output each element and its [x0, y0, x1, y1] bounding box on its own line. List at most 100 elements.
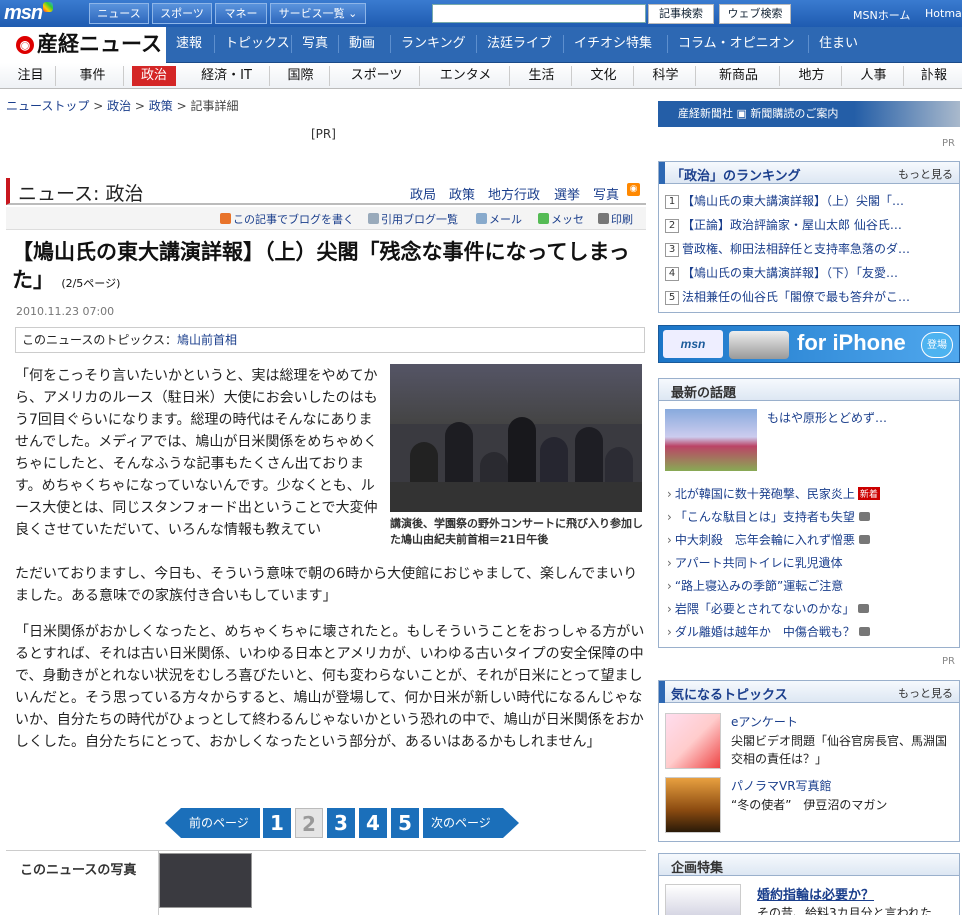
- topic-desc[interactable]: 尖閣ビデオ問題「仙谷官房長官、馬淵国交相の責任は？」: [731, 732, 957, 768]
- latest-news-item[interactable]: › アパート共同トイレに乳児遺体: [667, 554, 843, 571]
- cat-seikatsu[interactable]: 生活: [512, 66, 572, 86]
- ranking-item[interactable]: 3 菅政権、柳田法相辞任と支持率急落のダ…: [665, 240, 953, 257]
- cat-fuho[interactable]: 訃報: [906, 66, 962, 86]
- latest-news-item[interactable]: › 「こんな駄目とは」支持者も失望: [667, 508, 870, 525]
- msn-home-link[interactable]: MSNホーム: [853, 7, 910, 23]
- next-page-button[interactable]: 次のページ: [423, 808, 519, 838]
- page-1-link[interactable]: 1: [263, 808, 291, 838]
- ranking-item-link[interactable]: 菅政権、柳田法相辞任と支持率急落のダ…: [682, 242, 910, 256]
- latest-news-item[interactable]: › 岩隈「必要とされてないのかな」: [667, 600, 870, 617]
- section-link-chihogyosei[interactable]: 地方行政: [488, 184, 540, 203]
- prev-page-button[interactable]: 前のページ: [165, 808, 260, 838]
- pr-label[interactable]: PR: [942, 138, 955, 149]
- ranking-item-link[interactable]: 【鳩山氏の東大講演詳報】（上）尖閣「…: [682, 194, 904, 208]
- msn-iphone-banner[interactable]: msn for iPhone 登場: [658, 325, 960, 363]
- hotmail-link[interactable]: Hotmail: [925, 7, 962, 20]
- topic-title-link[interactable]: パノラマVR写真館: [731, 777, 832, 794]
- cat-shinshohin[interactable]: 新商品: [698, 66, 780, 86]
- news-search-button[interactable]: 記事検索: [648, 4, 714, 24]
- cat-chiho[interactable]: 地方: [782, 66, 842, 86]
- breadcrumb-news-top[interactable]: ニューストップ: [6, 99, 89, 113]
- cat-seiji[interactable]: 政治: [132, 66, 176, 86]
- ranking-item-link[interactable]: 法相兼任の仙谷氏「閣僚で最も答弁がこ…: [682, 290, 910, 304]
- latest-featured-image[interactable]: [665, 409, 757, 471]
- cat-kagaku[interactable]: 科学: [636, 66, 696, 86]
- msn-nav-news[interactable]: ニュース: [89, 3, 149, 24]
- breadcrumb-seiji[interactable]: 政治: [107, 99, 131, 113]
- topic-desc[interactable]: “冬の使者” 伊豆沼のマガン: [731, 796, 957, 813]
- camera-icon: [858, 604, 870, 613]
- special-title: 企画特集: [671, 861, 724, 876]
- nav-ichioshi[interactable]: イチオシ特集: [563, 35, 662, 53]
- sankei-subscribe-banner[interactable]: 産経新聞社 ▣ 新聞購読のご案内: [658, 101, 960, 127]
- topics-link[interactable]: 鳩山前首相: [177, 333, 237, 347]
- nav-topics[interactable]: トピックス: [214, 35, 300, 53]
- section-link-senkyo[interactable]: 選挙: [554, 184, 580, 203]
- nav-sokuho[interactable]: 速報: [166, 35, 212, 53]
- page-3-link[interactable]: 3: [327, 808, 355, 838]
- section-link-seikyoku[interactable]: 政局: [410, 184, 436, 203]
- article-headline: 【鳩山氏の東大講演詳報】（上）尖閣「残念な事件になってしまった」 (2/5ページ…: [12, 238, 642, 298]
- ranking-item[interactable]: 1 【鳩山氏の東大講演詳報】（上）尖閣「…: [665, 192, 953, 209]
- web-search-button[interactable]: ウェブ検索: [719, 4, 791, 24]
- page-5-link[interactable]: 5: [391, 808, 419, 838]
- msn-butterfly-icon: [43, 2, 54, 12]
- section-link-photo[interactable]: 写真: [593, 184, 619, 203]
- article-photo[interactable]: [390, 364, 642, 512]
- latest-news-item[interactable]: › 中大刺殺 忘年会輪に入れず憎悪: [667, 531, 870, 548]
- latest-news-item[interactable]: › ダル離婚は越年か 中傷合戦も？: [667, 623, 870, 640]
- latest-news-item[interactable]: › “路上寝込みの季節”運転ご注意: [667, 577, 843, 594]
- msn-nav-money[interactable]: マネー: [215, 3, 267, 24]
- latest-news-text: ダル離婚は越年か 中傷合戦も？: [674, 625, 855, 639]
- cat-jinji[interactable]: 人事: [844, 66, 904, 86]
- latest-header: 最新の話題: [659, 379, 959, 401]
- page-4-link[interactable]: 4: [359, 808, 387, 838]
- rss-icon[interactable]: ◉: [627, 183, 640, 196]
- trackback-icon: [368, 213, 379, 224]
- nav-column[interactable]: コラム・オピニオン: [667, 35, 805, 53]
- cat-jiken[interactable]: 事件: [62, 66, 124, 86]
- photo-foreground: [390, 482, 642, 512]
- tool-print[interactable]: 印刷: [598, 211, 633, 227]
- ranking-item[interactable]: 5 法相兼任の仙谷氏「閣僚で最も答弁がこ…: [665, 288, 953, 305]
- cat-entame[interactable]: エンタメ: [422, 66, 510, 86]
- cat-sports[interactable]: スポーツ: [334, 66, 420, 86]
- msn-nav-sports[interactable]: スポーツ: [152, 3, 212, 24]
- pr-label[interactable]: [PR]: [311, 127, 336, 141]
- cat-keizai[interactable]: 経済・IT: [184, 66, 270, 86]
- nav-photo[interactable]: 写真: [291, 35, 338, 53]
- nav-ranking[interactable]: ランキング: [390, 35, 476, 53]
- ranking-more-link[interactable]: もっと見る: [898, 166, 953, 182]
- msn-logo[interactable]: msn: [4, 2, 54, 25]
- nav-video[interactable]: 動画: [338, 35, 385, 53]
- latest-featured-link[interactable]: もはや原形とどめず…: [767, 409, 887, 426]
- cat-kokusai[interactable]: 国際: [272, 66, 330, 86]
- nav-sumai[interactable]: 住まい: [808, 35, 868, 53]
- cat-chumoku[interactable]: 注目: [6, 66, 56, 86]
- topic-title-link[interactable]: eアンケート: [731, 713, 798, 730]
- topics-more-link[interactable]: もっと見る: [898, 685, 953, 701]
- ranking-item[interactable]: 2 【正論】政治評論家・屋山太郎 仙谷氏…: [665, 216, 953, 233]
- section-link-seisaku[interactable]: 政策: [449, 184, 475, 203]
- nav-court-live[interactable]: 法廷ライブ: [476, 35, 562, 53]
- tool-trackback[interactable]: 引用ブログ一覧: [368, 211, 458, 227]
- special-thumbnail[interactable]: [665, 884, 741, 915]
- breadcrumb-seisaku[interactable]: 政策: [149, 99, 173, 113]
- sankei-logo[interactable]: ◉ 産経ニュース: [0, 27, 166, 63]
- msn-nav-services[interactable]: サービス一覧 ⌄: [270, 3, 366, 24]
- ranking-item-link[interactable]: 【鳩山氏の東大講演詳報】（下）「友愛…: [682, 266, 898, 280]
- photo-thumbnail[interactable]: [159, 853, 252, 908]
- iphone-banner-badge: 登場: [921, 332, 953, 358]
- pr-label[interactable]: PR: [942, 656, 955, 667]
- ranking-item[interactable]: 4 【鳩山氏の東大講演詳報】（下）「友愛…: [665, 264, 953, 281]
- tool-mail[interactable]: メール: [476, 211, 522, 227]
- ranking-item-link[interactable]: 【正論】政治評論家・屋山太郎 仙谷氏…: [682, 218, 902, 232]
- tool-blog[interactable]: この記事でブログを書く: [220, 211, 354, 227]
- tool-messe[interactable]: メッセ: [538, 211, 584, 227]
- special-item-link[interactable]: 婚約指輪は必要か？: [757, 884, 874, 903]
- topic-thumbnail-enquete[interactable]: [665, 713, 721, 769]
- cat-bunka[interactable]: 文化: [574, 66, 634, 86]
- latest-news-item[interactable]: › 北が韓国に数十発砲撃、民家炎上 新着: [667, 485, 880, 502]
- msn-search-input[interactable]: [432, 4, 646, 23]
- topic-thumbnail-panorama[interactable]: [665, 777, 721, 833]
